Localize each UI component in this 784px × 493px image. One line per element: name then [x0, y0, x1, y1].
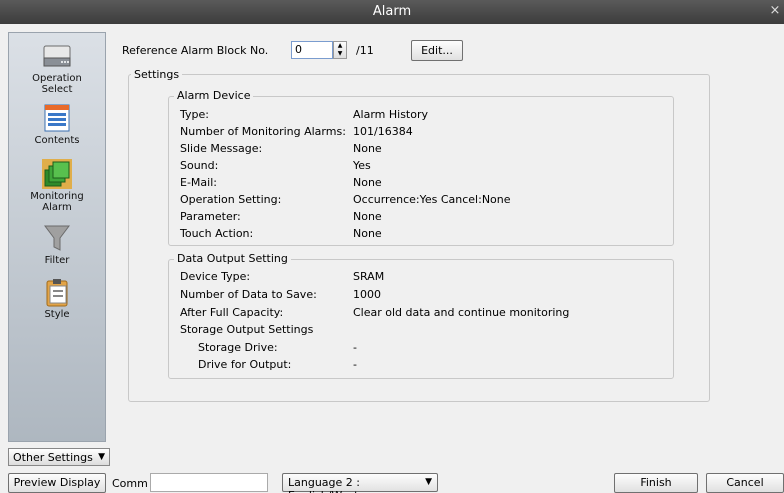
clipboard-icon [42, 277, 72, 307]
sidebar-item-operation-select[interactable]: Operation Select [9, 41, 105, 95]
sidebar-item-label: Style [44, 309, 70, 320]
drive-icon [42, 41, 72, 71]
comm-input[interactable] [150, 473, 268, 492]
sidebar-item-filter[interactable]: Filter [9, 223, 105, 266]
sidebar-item-label: Monitoring [30, 191, 84, 202]
operation-setting-value: Occurrence:Yes Cancel:None [353, 193, 511, 206]
email-value: None [353, 176, 382, 189]
sidebar-item-label-2: Alarm [42, 202, 72, 213]
alarm-type-key: Type: [180, 108, 209, 121]
monitoring-alarms-key: Number of Monitoring Alarms: [180, 125, 346, 138]
sidebar-item-label: Operation [32, 73, 82, 84]
sidebar-item-label: Filter [44, 255, 70, 266]
email-key: E-Mail: [180, 176, 217, 189]
sidebar-item-monitoring-alarm[interactable]: Monitoring Alarm [9, 159, 105, 213]
preview-display-button[interactable]: Preview Display [8, 473, 106, 493]
slide-message-key: Slide Message: [180, 142, 263, 155]
language-select[interactable]: Language 2 : English/West ▼ [282, 473, 438, 493]
device-type-key: Device Type: [180, 270, 251, 283]
slide-message-value: None [353, 142, 382, 155]
sound-key: Sound: [180, 159, 219, 172]
sidebar-item-style[interactable]: Style [9, 277, 105, 320]
device-type-value: SRAM [353, 270, 385, 283]
close-icon[interactable]: × [768, 3, 782, 18]
storage-drive-key: Storage Drive: [198, 341, 278, 354]
after-full-capacity-value: Clear old data and continue monitoring [353, 306, 570, 319]
touch-action-key: Touch Action: [180, 227, 254, 240]
storage-drive-value: - [353, 341, 357, 354]
alarm-device-group-label: Alarm Device [174, 89, 254, 102]
data-to-save-value: 1000 [353, 288, 381, 301]
sidebar-item-contents[interactable]: Contents [9, 103, 105, 146]
reference-block-input[interactable]: 0 [291, 41, 333, 59]
window-title: Alarm [372, 4, 412, 19]
comm-label: Comm [112, 477, 148, 490]
parameter-key: Parameter: [180, 210, 241, 223]
chevron-down-icon: ▼ [98, 452, 105, 462]
sidebar-item-label-2: Select [41, 84, 73, 95]
cancel-button[interactable]: Cancel [706, 473, 784, 493]
sidebar-item-label: Contents [34, 135, 80, 146]
other-settings-label: Other Settings [13, 451, 93, 464]
edit-button[interactable]: Edit... [411, 40, 463, 61]
drive-for-output-value: - [353, 358, 357, 371]
drive-for-output-key: Drive for Output: [198, 358, 292, 371]
sidebar: Operation Select Contents Monitoring Ala… [8, 32, 106, 442]
language-select-value: Language 2 : English/West [288, 476, 360, 493]
alarm-type-value: Alarm History [353, 108, 428, 121]
reference-block-total: /11 [356, 44, 374, 57]
finish-button[interactable]: Finish [614, 473, 698, 493]
sound-value: Yes [353, 159, 371, 172]
reference-alarm-block-label: Reference Alarm Block No. [122, 44, 269, 57]
parameter-value: None [353, 210, 382, 223]
monitoring-alarms-value: 101/16384 [353, 125, 413, 138]
document-list-icon [42, 103, 72, 133]
other-settings-dropdown[interactable]: Other Settings ▼ [8, 448, 110, 466]
touch-action-value: None [353, 227, 382, 240]
settings-group-label: Settings [131, 68, 183, 81]
window-titlebar: Alarm × [0, 0, 784, 24]
data-output-group-label: Data Output Setting [174, 252, 291, 265]
stacked-squares-icon [42, 159, 72, 189]
operation-setting-key: Operation Setting: [180, 193, 282, 206]
funnel-icon [42, 223, 72, 253]
data-to-save-key: Number of Data to Save: [180, 288, 317, 301]
storage-output-settings-key: Storage Output Settings [180, 323, 314, 336]
chevron-down-icon: ▼ [425, 477, 432, 487]
spinner-arrows-icon[interactable]: ▲ ▼ [333, 41, 347, 59]
after-full-capacity-key: After Full Capacity: [180, 306, 284, 319]
